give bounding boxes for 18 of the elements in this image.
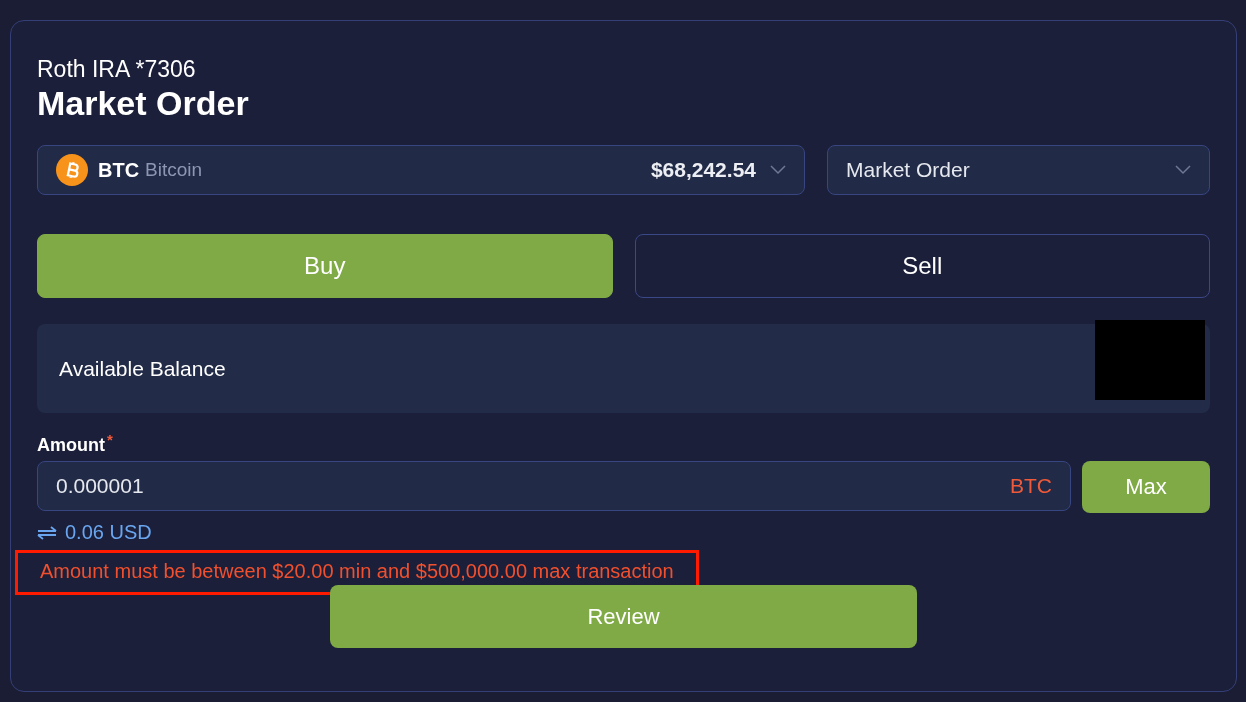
bitcoin-icon [56, 154, 88, 186]
required-mark: * [107, 431, 113, 450]
order-type-value: Market Order [846, 158, 971, 182]
asset-price: $68,242.54 [650, 158, 756, 182]
amount-input[interactable]: 0.000001 BTC [37, 461, 1071, 511]
amount-label: Amount [37, 435, 105, 456]
order-type-dropdown[interactable]: Market Order [827, 145, 1210, 195]
usd-conversion: 0.06 USD [65, 521, 152, 544]
page-title: Market Order [37, 83, 250, 123]
side-tab[interactable]: Sell [634, 234, 1210, 298]
asset-name: Bitcoin [145, 159, 203, 181]
chevron-down-icon [770, 165, 786, 175]
chevron-down-icon [1175, 165, 1191, 175]
swap-icon [37, 525, 57, 540]
asset-dropdown[interactable]: BTC Bitcoin $68,242.54 [37, 145, 805, 195]
balance-label: Available Balance [59, 356, 226, 381]
asset-symbol: BTC [98, 158, 140, 182]
account-name: Roth IRA *7306 [37, 55, 197, 83]
